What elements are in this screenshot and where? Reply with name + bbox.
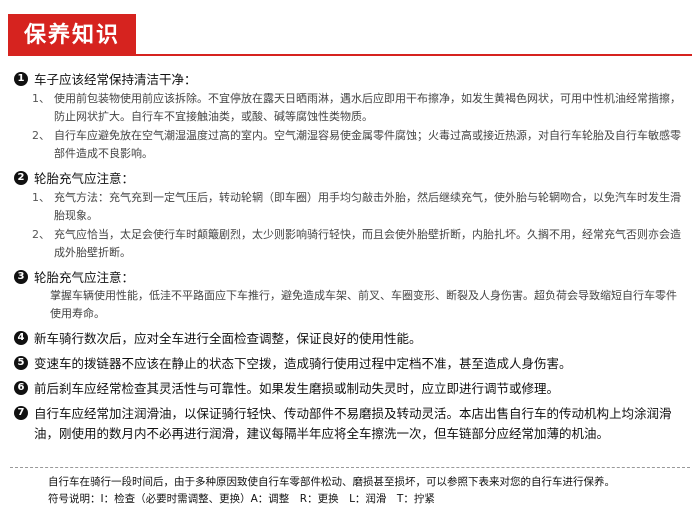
section-4: 4 新车骑行数次后，应对全车进行全面检查调整，保证良好的使用性能。 — [14, 329, 686, 348]
number-badge: 6 — [14, 381, 28, 395]
item-text: 使用前包装物使用前应该拆除。不宜停放在露天日晒雨淋，遇水后应即用干布擦净，如发生… — [54, 92, 681, 123]
number-badge: 3 — [14, 270, 28, 284]
section-header: 保养知识 — [8, 14, 692, 56]
footer-divider — [10, 467, 690, 468]
section-6: 6 前后刹车应经常检查其灵活性与可靠性。如果发生磨损或制动失灵时，应立即进行调节… — [14, 379, 686, 398]
page-title: 保养知识 — [8, 14, 137, 56]
number-badge: 1 — [14, 72, 28, 86]
section-heading: 自行车应经常加注润滑油，以保证骑行轻快、传动部件不易磨损及转动灵活。本店出售自行… — [34, 406, 672, 441]
section-5: 5 变速车的拨链器不应该在静止的状态下空拨，造成骑行使用过程中定档不准，甚至造成… — [14, 354, 686, 373]
section-3: 3 轮胎充气应注意： 掌握车辆使用性能，低洼不平路面应下车推行，避免造成车架、前… — [14, 268, 686, 323]
item-index: 2、 — [32, 129, 50, 142]
section-heading: 新车骑行数次后，应对全车进行全面检查调整，保证良好的使用性能。 — [34, 331, 422, 346]
item-text: 充气方法：充气充到一定气压后，转动轮辋（即车圈）用手均匀敲击外胎，然后继续充气，… — [54, 191, 681, 222]
section-text: 掌握车辆使用性能，低洼不平路面应下车推行，避免造成车架、前叉、车圈变形、断裂及人… — [50, 289, 677, 320]
section-1: 1 车子应该经常保持清洁干净： 1、 使用前包装物使用前应该拆除。不宜停放在露天… — [14, 70, 686, 163]
footer-notes: 自行车在骑行一段时间后，由于多种原因致使自行车零部件松动、磨损甚至损坏，可以参照… — [48, 474, 615, 508]
list-item: 1、 使用前包装物使用前应该拆除。不宜停放在露天日晒雨淋，遇水后应即用干布擦净，… — [14, 90, 686, 126]
item-index: 1、 — [32, 191, 50, 204]
section-heading: 轮胎充气应注意： — [34, 171, 135, 186]
item-index: 1、 — [32, 92, 50, 105]
section-heading: 轮胎充气应注意： — [34, 270, 135, 285]
section-heading: 前后刹车应经常检查其灵活性与可靠性。如果发生磨损或制动失灵时，应立即进行调节或修… — [34, 381, 560, 396]
section-heading: 车子应该经常保持清洁干净： — [34, 72, 197, 87]
number-badge: 2 — [14, 171, 28, 185]
list-item: 1、 充气方法：充气充到一定气压后，转动轮辋（即车圈）用手均匀敲击外胎，然后继续… — [14, 189, 686, 225]
item-index: 2、 — [32, 228, 50, 241]
number-badge: 4 — [14, 331, 28, 345]
section-2: 2 轮胎充气应注意： 1、 充气方法：充气充到一定气压后，转动轮辋（即车圈）用手… — [14, 169, 686, 262]
footer-line: 自行车在骑行一段时间后，由于多种原因致使自行车零部件松动、磨损甚至损坏，可以参照… — [48, 476, 615, 488]
item-text: 充气应恰当，太足会使行车时颠簸剧烈，太少则影响骑行轻快，而且会使外胎壁折断，内胎… — [54, 228, 681, 259]
item-text: 自行车应避免放在空气潮湿温度过高的室内。空气潮湿容易使金属零件腐蚀；火毒过高或接… — [54, 129, 681, 160]
list-item: 2、 自行车应避免放在空气潮湿温度过高的室内。空气潮湿容易使金属零件腐蚀；火毒过… — [14, 127, 686, 163]
maintenance-list: 1 车子应该经常保持清洁干净： 1、 使用前包装物使用前应该拆除。不宜停放在露天… — [14, 70, 686, 450]
section-7: 7 自行车应经常加注润滑油，以保证骑行轻快、传动部件不易磨损及转动灵活。本店出售… — [14, 404, 686, 444]
symbol-legend: 符号说明：I：检查（必要时需调整、更换）A：调整 R：更换 L：润滑 T：拧紧 — [48, 493, 435, 505]
list-item: 2、 充气应恰当，太足会使行车时颠簸剧烈，太少则影响骑行轻快，而且会使外胎壁折断… — [14, 226, 686, 262]
number-badge: 7 — [14, 406, 28, 420]
section-heading: 变速车的拨链器不应该在静止的状态下空拨，造成骑行使用过程中定档不准，甚至造成人身… — [34, 356, 572, 371]
number-badge: 5 — [14, 356, 28, 370]
